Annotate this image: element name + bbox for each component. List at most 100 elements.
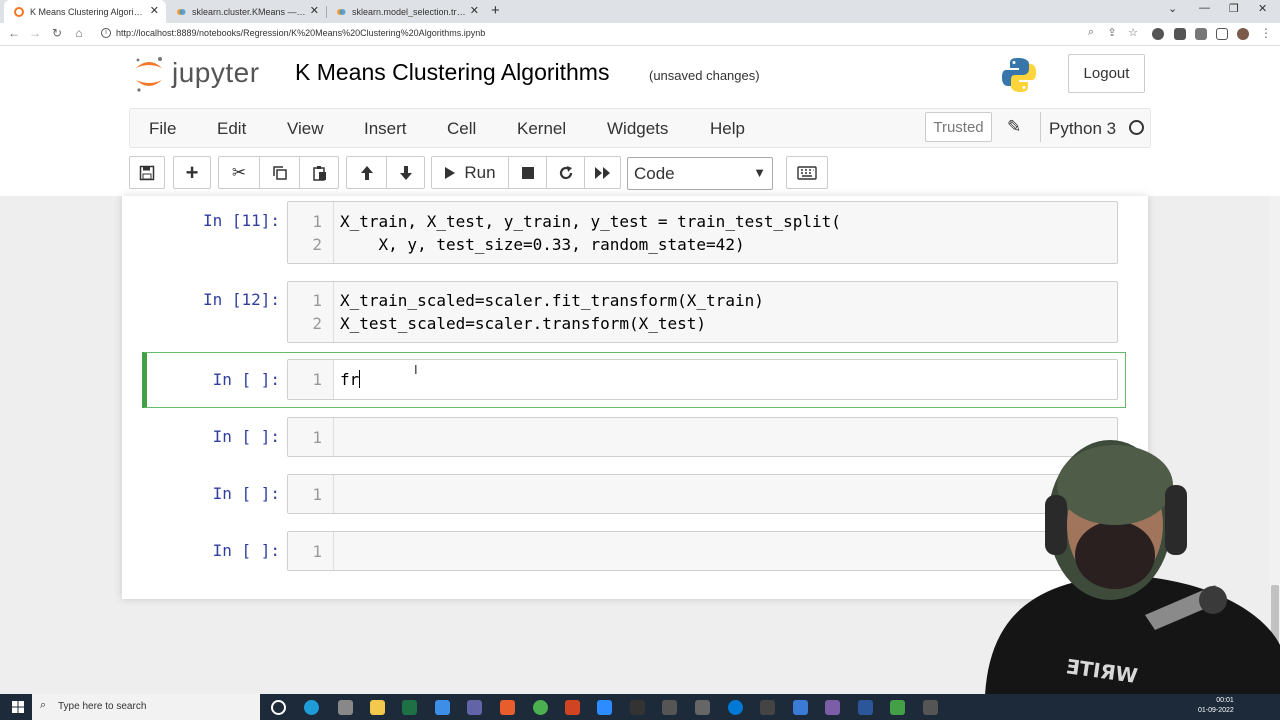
app-icon[interactable] [760,700,775,715]
app-icon[interactable] [793,700,808,715]
edge-icon[interactable] [304,700,319,715]
move-up-button[interactable] [347,157,386,188]
search-placeholder: Type here to search [58,701,147,712]
tab-search-chevron-icon[interactable]: ⌄ [1168,2,1177,15]
menu-view[interactable]: View [287,119,324,139]
app-icon[interactable] [500,700,515,715]
zoom-icon[interactable]: ⌕ [1083,26,1099,39]
restart-run-all-button[interactable] [585,157,621,188]
address-bar: ← → ↻ ⌂ i http://localhost:8889/notebook… [0,23,1280,46]
browser-tab-kmeans-docs[interactable]: sklearn.cluster.KMeans — scikit-l ✕ [166,0,326,23]
extension-icon[interactable] [1152,28,1164,40]
menu-edit[interactable]: Edit [217,119,246,139]
line-number: 1 [312,212,322,231]
save-button[interactable] [129,156,165,189]
line-number: 1 [312,291,322,310]
browser-tab-title: K Means Clustering Algorithms - [30,6,145,17]
windows-start-icon[interactable] [12,701,24,713]
trusted-indicator[interactable]: Trusted [925,112,992,142]
code-line: X_train_scaled=scaler.fit_transform(X_tr… [340,291,764,310]
menu-insert[interactable]: Insert [364,119,407,139]
cortana-icon[interactable] [271,700,286,715]
extensions-puzzle-icon[interactable] [1195,28,1207,40]
paste-button[interactable] [300,157,339,188]
teams-icon[interactable] [467,700,482,715]
notebook-title[interactable]: K Means Clustering Algorithms [295,59,609,86]
cell-prompt: In [ ]: [212,370,280,389]
logout-button[interactable]: Logout [1068,54,1145,93]
file-explorer-icon[interactable] [370,700,385,715]
reload-icon[interactable]: ↻ [49,26,65,40]
paste-icon [312,165,326,181]
kernel-idle-icon [1129,120,1144,135]
task-view-icon[interactable] [338,700,353,715]
chevron-down-icon: ▼ [753,165,766,180]
bookmark-star-icon[interactable]: ☆ [1125,26,1141,39]
line-number: 2 [312,314,322,333]
taskbar-search[interactable]: ⌕ Type here to search [32,694,260,720]
restart-icon [559,165,572,179]
jupyter-logo-icon[interactable] [133,54,165,94]
forward-icon[interactable]: → [27,26,43,40]
code-cell-input[interactable]: 1 2 X_train_scaled=scaler.fit_transform(… [287,281,1118,343]
line-number: 1 [312,370,322,389]
app-icon[interactable] [630,700,645,715]
interrupt-button[interactable] [509,157,546,188]
app-icon[interactable] [923,700,938,715]
menu-widgets[interactable]: Widgets [607,119,668,139]
restore-icon[interactable]: ❐ [1229,2,1239,15]
mail-icon[interactable] [435,700,450,715]
close-tab-icon[interactable]: ✕ [470,4,479,17]
chrome-icon[interactable] [533,700,548,715]
line-number: 1 [312,428,322,447]
menu-kernel[interactable]: Kernel [517,119,566,139]
edit-button-group: ✂ [218,156,339,189]
site-info-icon[interactable]: i [101,28,111,38]
cell-prompt: In [ ]: [212,484,280,503]
profile-avatar[interactable] [1237,28,1249,40]
menu-cell[interactable]: Cell [447,119,476,139]
share-icon[interactable]: ⇪ [1104,26,1120,39]
browser-tab-train-test-docs[interactable]: sklearn.model_selection.train_te ✕ [326,0,486,23]
word-icon[interactable] [858,700,873,715]
sidebar-icon[interactable] [1216,28,1228,40]
restart-kernel-button[interactable] [547,157,584,188]
url-field[interactable]: http://localhost:8889/notebooks/Regressi… [116,28,485,38]
close-tab-icon[interactable]: ✕ [150,4,159,17]
cell-prompt: In [ ]: [212,427,280,446]
command-palette-button[interactable] [786,156,828,189]
menu-help[interactable]: Help [710,119,745,139]
browser-tab-notebook[interactable]: K Means Clustering Algorithms - ✕ [4,0,166,23]
code-cell-input[interactable]: 1 fr [287,359,1118,400]
app-icon[interactable] [890,700,905,715]
browser-menu-icon[interactable]: ⋮ [1258,26,1274,40]
clock-date: 01-09-2022 [1198,707,1234,714]
save-status: (unsaved changes) [649,68,760,83]
copy-button[interactable] [260,157,299,188]
close-window-icon[interactable]: ✕ [1258,2,1267,15]
app-icon[interactable] [728,700,743,715]
code-line-active[interactable]: fr [340,370,361,389]
insert-cell-button[interactable]: + [173,156,211,189]
cell-type-select[interactable]: Code ▼ [627,157,773,190]
new-tab-icon[interactable]: + [491,2,500,19]
close-tab-icon[interactable]: ✕ [310,4,319,17]
extension-icon[interactable] [1174,28,1186,40]
zoom-app-icon[interactable] [597,700,612,715]
excel-icon[interactable] [402,700,417,715]
app-icon[interactable] [695,700,710,715]
jupyter-brand[interactable]: jupyter [172,57,260,89]
taskbar-clock[interactable]: 00:01 01-09-2022 [1198,696,1234,716]
home-icon[interactable]: ⌂ [71,26,87,40]
move-down-button[interactable] [387,157,425,188]
cut-button[interactable]: ✂ [219,157,259,188]
app-icon[interactable] [662,700,677,715]
app-icon[interactable] [825,700,840,715]
browser-tab-strip: K Means Clustering Algorithms - ✕ sklear… [0,0,1280,23]
minimize-icon[interactable]: — [1199,2,1210,14]
back-icon[interactable]: ← [6,26,22,40]
code-cell-input[interactable]: 1 2 X_train, X_test, y_train, y_test = t… [287,201,1118,264]
menu-file[interactable]: File [149,119,176,139]
run-button[interactable]: Run [432,157,508,188]
powerpoint-icon[interactable] [565,700,580,715]
